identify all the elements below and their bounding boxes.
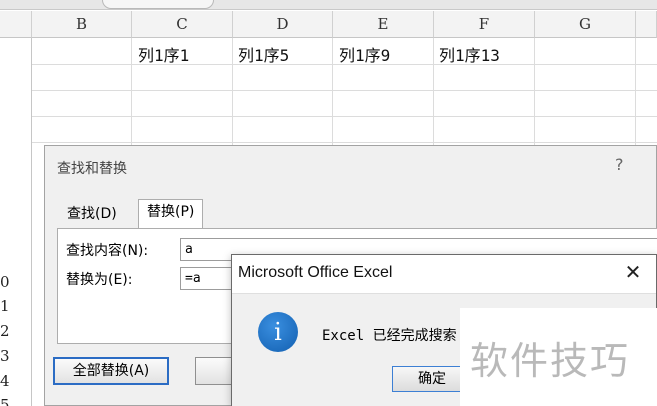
cell-c1[interactable]: 列1序1: [138, 42, 189, 66]
column-header-e[interactable]: E: [333, 11, 434, 38]
find-label: 查找内容(N):: [66, 243, 149, 259]
cell-d1[interactable]: 列1序5: [238, 42, 289, 66]
row-number[interactable]: 5: [0, 396, 10, 406]
select-all-corner[interactable]: [0, 11, 32, 38]
message-box-title: Microsoft Office Excel: [238, 264, 393, 281]
replace-all-button[interactable]: 全部替换(A): [53, 357, 169, 385]
column-header-c[interactable]: C: [132, 11, 233, 38]
dialog-title: 查找和替换: [57, 161, 127, 177]
cell-f1[interactable]: 列1序13: [439, 42, 500, 66]
column-header-g[interactable]: G: [535, 11, 636, 38]
grid-row-line: [32, 116, 657, 117]
grid-row-line: [32, 142, 657, 143]
row-number[interactable]: 1: [0, 297, 10, 315]
replace-label: 替换为(E):: [66, 272, 133, 288]
row-number[interactable]: 0: [0, 273, 10, 291]
tab-find[interactable]: 查找(D): [59, 202, 125, 228]
row-number[interactable]: 4: [0, 372, 10, 390]
cell-e1[interactable]: 列1序9: [339, 42, 390, 66]
column-header-b[interactable]: B: [32, 11, 132, 38]
tab-replace[interactable]: 替换(P): [138, 199, 204, 229]
help-icon[interactable]: ?: [615, 155, 624, 174]
sheet-tab[interactable]: [102, 0, 214, 9]
watermark-text: 软件技巧: [470, 339, 631, 383]
row-number[interactable]: 3: [0, 347, 10, 365]
column-header-f[interactable]: F: [434, 11, 535, 38]
info-icon: i: [258, 312, 298, 352]
message-text: Excel 已经完成搜索: [322, 328, 457, 344]
column-header-h[interactable]: [636, 11, 657, 38]
column-header-d[interactable]: D: [233, 11, 333, 38]
close-icon[interactable]: ✕: [620, 259, 646, 285]
grid-row-line: [32, 90, 657, 91]
sheet-tab-strip: [0, 0, 657, 10]
row-number[interactable]: 2: [0, 322, 10, 340]
